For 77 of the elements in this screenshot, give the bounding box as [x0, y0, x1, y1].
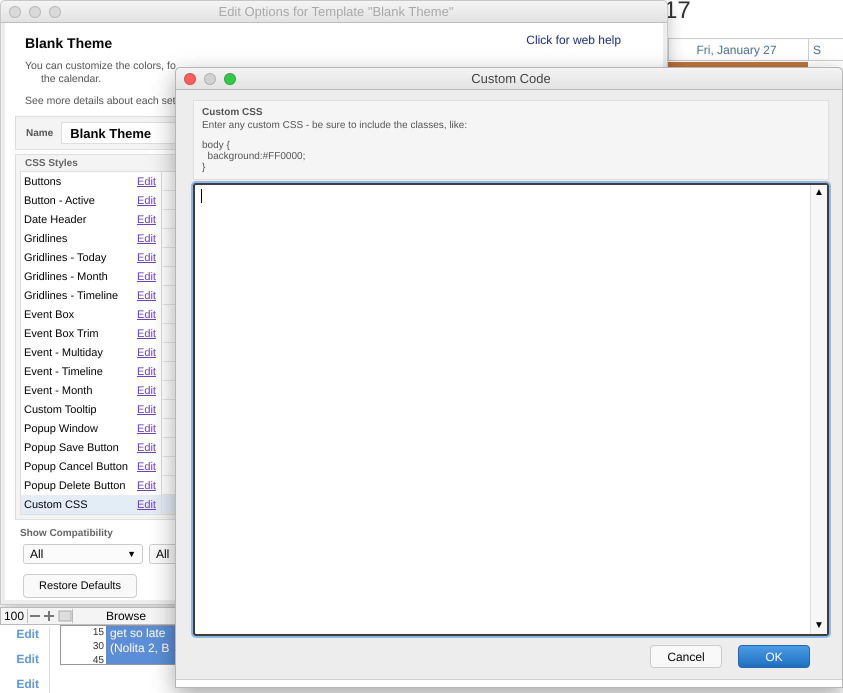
day-header: S [808, 38, 843, 61]
dialog-title: Custom Code [470, 71, 552, 86]
event-text: (Nolita 2, B [110, 641, 170, 656]
edit-link[interactable]: Edit [137, 232, 161, 244]
style-name: Date Header [23, 214, 88, 226]
time-label: 45 [92, 654, 104, 664]
day-header: Fri, January 27 [668, 38, 808, 61]
time-label: 30 [92, 640, 104, 654]
style-name: Event Box Trim [23, 328, 100, 340]
style-name: Custom Tooltip [23, 404, 98, 416]
style-name: Button - Active [23, 194, 96, 206]
style-name: Popup Window [23, 422, 99, 434]
scroll-down-icon[interactable]: ▼ [814, 618, 824, 634]
edit-link[interactable]: Edit [137, 498, 161, 510]
edit-link[interactable]: Edit [137, 366, 161, 378]
style-name: Gridlines [23, 232, 68, 244]
zoom-level[interactable]: 100 [1, 609, 28, 623]
zoom-controls-icon[interactable] [28, 609, 72, 623]
edit-link[interactable]: Edit [137, 290, 161, 302]
style-name: Popup Delete Button [23, 480, 127, 492]
ok-button[interactable]: OK [738, 645, 810, 668]
compat-label: Show Compatibility [19, 528, 114, 539]
style-name: Popup Save Button [23, 442, 120, 454]
intro-text: You can customize the colors, fo [25, 60, 176, 73]
name-label: Name [26, 128, 54, 138]
style-name: Buttons [23, 176, 62, 188]
edit-link[interactable]: Edit [137, 328, 161, 340]
info-title: Custom CSS [202, 107, 264, 118]
style-name: Event Box [23, 308, 76, 320]
edit-link[interactable]: Edit [137, 422, 161, 434]
edit-link[interactable]: Edit [137, 480, 161, 492]
scroll-up-icon[interactable]: ▲ [814, 185, 824, 201]
intro-text: the calendar. [41, 73, 102, 86]
edit-link[interactable]: Edit [137, 214, 161, 226]
dropdown-arrow-icon: ▼ [127, 549, 136, 559]
code-example: } [202, 162, 206, 173]
close-icon[interactable] [9, 6, 21, 18]
text-caret [201, 189, 202, 203]
code-example: background:#FF0000; [206, 151, 306, 162]
window-title: Edit Options for Template "Blank Theme" [218, 4, 454, 19]
edit-link[interactable]: Edit [137, 194, 161, 206]
style-name: Gridlines - Today [23, 252, 108, 264]
css-input-field[interactable]: ▲ ▼ [193, 183, 829, 636]
style-name: Gridlines - Timeline [23, 290, 120, 302]
edit-link[interactable]: Edit [137, 346, 161, 358]
style-name: Event - Month [23, 384, 94, 396]
edit-link[interactable]: Edit [137, 308, 161, 320]
style-name: Event - Timeline [23, 366, 104, 378]
edit-link[interactable]: Edit [137, 442, 161, 454]
styles-label: CSS Styles [24, 158, 79, 169]
compat-select[interactable]: All ▼ [23, 544, 143, 564]
date-number: 17 [664, 0, 691, 22]
zoom-icon[interactable] [49, 6, 61, 18]
zoom-icon[interactable] [224, 72, 236, 84]
edit-link[interactable]: Edit [137, 404, 161, 416]
event-text: get so late [110, 626, 166, 641]
minimize-icon[interactable] [29, 6, 41, 18]
style-name: Event - Multiday [23, 346, 104, 358]
scrollbar[interactable]: ▲ ▼ [810, 185, 827, 634]
style-name: Popup Cancel Button [23, 460, 129, 472]
edit-link[interactable]: Edit [137, 384, 161, 396]
time-label: 15 [92, 626, 104, 640]
minimize-icon[interactable] [204, 72, 216, 84]
edit-link[interactable]: Edit [137, 460, 161, 472]
edit-link[interactable]: Edit [137, 252, 161, 264]
restore-defaults-button[interactable]: Restore Defaults [23, 574, 137, 598]
style-name: Gridlines - Month [23, 270, 109, 282]
close-icon[interactable] [184, 72, 196, 84]
theme-heading: Blank Theme [25, 35, 112, 51]
edit-link[interactable]: Edit [137, 176, 161, 188]
style-name: Custom CSS [23, 498, 89, 510]
cancel-button[interactable]: Cancel [650, 645, 722, 668]
code-example: body { [202, 140, 231, 151]
details-text: See more details about each set [25, 95, 176, 108]
edit-link[interactable]: Edit [137, 270, 161, 282]
help-link[interactable]: Click for web help [526, 33, 621, 51]
info-text: Enter any custom CSS - be sure to include the classes, like: [202, 120, 468, 131]
